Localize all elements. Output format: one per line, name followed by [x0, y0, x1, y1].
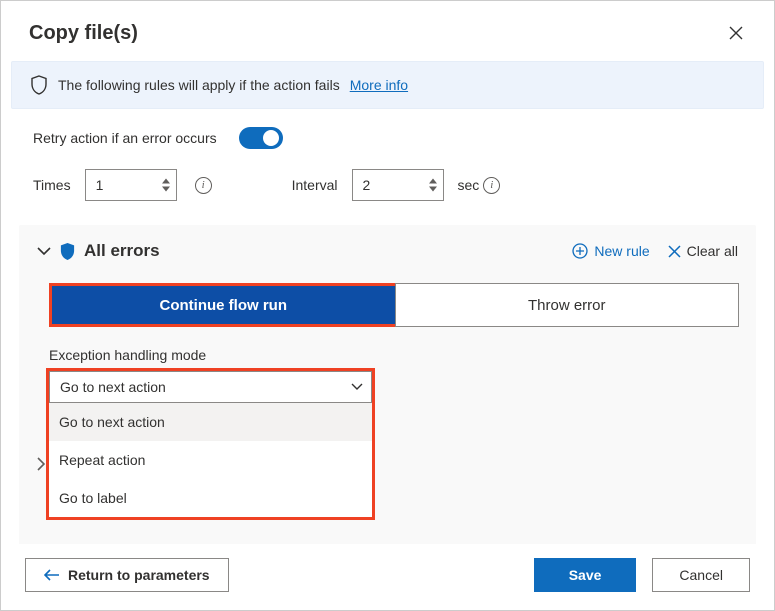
close-button[interactable] — [722, 19, 750, 47]
mode-dropdown-list: Go to next action Repeat action Go to la… — [49, 403, 372, 517]
spinner-arrows-icon — [156, 170, 176, 200]
x-icon — [668, 245, 681, 258]
tab-throw-error[interactable]: Throw error — [395, 283, 740, 327]
return-label: Return to parameters — [68, 567, 210, 583]
info-icon[interactable]: i — [195, 177, 212, 194]
info-icon[interactable]: i — [483, 177, 500, 194]
chevron-right-icon — [36, 457, 45, 471]
errors-title: All errors — [84, 241, 160, 261]
mode-option[interactable]: Go to next action — [49, 403, 372, 441]
tab-throw-label: Throw error — [528, 297, 606, 314]
mode-dropdown[interactable]: Go to next action — [49, 371, 372, 403]
mode-option-label: Go to next action — [59, 414, 165, 430]
dialog-title: Copy file(s) — [29, 22, 138, 45]
cancel-button[interactable]: Cancel — [652, 558, 750, 592]
shield-solid-icon — [59, 242, 76, 261]
mode-option-label: Repeat action — [59, 452, 145, 468]
mode-option[interactable]: Go to label — [49, 479, 372, 517]
mode-selected: Go to next action — [60, 379, 166, 395]
return-button[interactable]: Return to parameters — [25, 558, 229, 592]
new-rule-label: New rule — [594, 243, 649, 259]
clear-all-button[interactable]: Clear all — [668, 243, 738, 259]
chevron-down-icon[interactable] — [37, 246, 51, 256]
retry-toggle[interactable] — [239, 127, 283, 149]
arrow-left-icon — [44, 569, 60, 581]
save-button[interactable]: Save — [534, 558, 637, 592]
interval-unit: sec — [458, 177, 480, 193]
save-label: Save — [569, 567, 602, 583]
banner-text: The following rules will apply if the ac… — [58, 77, 340, 93]
new-rule-button[interactable]: New rule — [572, 243, 649, 259]
times-value: 1 — [86, 177, 156, 193]
interval-value: 2 — [353, 177, 423, 193]
errors-panel: All errors New rule Clear all Continue f… — [19, 225, 756, 547]
tab-continue-label: Continue flow run — [160, 297, 287, 314]
info-banner: The following rules will apply if the ac… — [11, 61, 764, 109]
times-label: Times — [33, 177, 71, 193]
chevron-down-icon — [351, 383, 363, 391]
mode-dropdown-block: Go to next action Go to next action Repe… — [49, 371, 372, 517]
clear-all-label: Clear all — [687, 243, 738, 259]
interval-input[interactable]: 2 — [352, 169, 444, 201]
interval-label: Interval — [292, 177, 338, 193]
cancel-label: Cancel — [679, 567, 723, 583]
retry-label: Retry action if an error occurs — [33, 130, 217, 146]
times-input[interactable]: 1 — [85, 169, 177, 201]
more-info-link[interactable]: More info — [350, 77, 408, 93]
mode-option-label: Go to label — [59, 490, 127, 506]
expand-advanced[interactable] — [29, 453, 51, 475]
mode-option[interactable]: Repeat action — [49, 441, 372, 479]
tab-continue-flow[interactable]: Continue flow run — [52, 286, 395, 324]
plus-icon — [572, 243, 588, 259]
close-icon — [729, 26, 743, 40]
shield-icon — [30, 75, 48, 95]
spinner-arrows-icon — [423, 170, 443, 200]
mode-label: Exception handling mode — [49, 347, 738, 363]
